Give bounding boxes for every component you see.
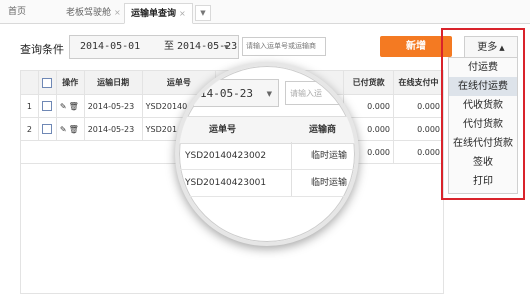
header-online: 在线支付中 [393,70,444,95]
chevron-down-icon: ▼ [224,43,229,51]
trash-icon[interactable]: 🗑 [69,125,79,134]
total-online: 0.000 [393,140,444,164]
menu-item-pay-on-behalf[interactable]: 代付货款 [449,115,517,134]
chevron-down-icon: ▼ [200,9,206,17]
trash-icon[interactable]: 🗑 [69,102,79,111]
magnified-table-row: YSD20140423001 临时运输 [179,170,355,197]
magnified-date: 14-05-23 [200,87,253,100]
magnified-table-header: 运单号 运输商 [179,116,355,144]
magnified-carrier: 临时运输 [311,151,348,161]
row-index: 1 [20,94,39,118]
tab-bar: 首页 老板驾驶舱 × 运输单查询 × ▼ [0,0,530,24]
query-conditions-label: 查询条件 [20,43,64,56]
magnified-search-input: 请输入运 [285,81,355,105]
magnifier-lens: 14-05-23 ▼ 请输入运 运单号 运输商 YSD20140423002 临时… [175,62,359,246]
row-actions: ✎ 🗑 [55,94,85,118]
menu-item-sign[interactable]: 签收 [449,153,517,172]
row-online: 0.000 [393,94,444,118]
row-select [37,117,57,141]
row-select [37,94,57,118]
magnified-column-divider [291,142,292,196]
more-dropdown-menu: 付运费 在线付运费 代收货款 代付货款 在线代付货款 签收 打印 [448,57,518,194]
select-all-checkbox[interactable] [42,77,53,88]
row-index: 2 [20,117,39,141]
row-date: 2014-05-23 [83,117,143,141]
row-online: 0.000 [393,117,444,141]
tab-dropdown-button[interactable]: ▼ [195,5,211,21]
tab-home-label: 首页 [8,7,27,17]
magnified-header-waybill: 运单号 [209,125,237,135]
chevron-down-icon: ▼ [266,90,272,98]
row-actions: ✎ 🗑 [55,117,85,141]
close-icon[interactable]: × [179,9,186,18]
edit-icon[interactable]: ✎ [60,102,67,111]
magnified-date-picker: 14-05-23 ▼ [193,79,279,107]
menu-item-print[interactable]: 打印 [449,172,517,191]
magnified-waybill: YSD20140423002 [185,151,267,161]
tab-waybill-query[interactable]: 运输单查询 × [124,3,193,24]
more-button-label: 更多 [477,42,498,53]
header-date: 运输日期 [83,70,143,95]
row-date: 2014-05-23 [83,94,143,118]
waybill-search-input[interactable] [242,37,326,56]
header-index [20,70,39,95]
tab-boss-cockpit-label: 老板驾驶舱 [66,8,112,18]
date-range-picker[interactable]: 2014-05-01 至 2014-05-23 ▼ [69,35,239,59]
chevron-up-icon: ▲ [499,44,505,52]
tab-home[interactable]: 首页 [2,3,32,22]
more-button[interactable]: 更多 ▲ [464,36,518,59]
tab-waybill-query-label: 运输单查询 [131,9,177,19]
magnified-waybill: YSD20140423001 [185,178,267,188]
magnified-header-carrier: 运输商 [309,125,337,135]
header-actions: 操作 [55,70,85,95]
header-select-all [37,70,57,95]
date-from: 2014-05-01 [80,41,141,52]
tab-boss-cockpit[interactable]: 老板驾驶舱 × [60,3,127,22]
menu-item-online-pay-on-behalf[interactable]: 在线代付货款 [449,134,517,153]
close-icon[interactable]: × [114,8,121,17]
date-to-label: 至 [164,41,174,52]
edit-icon[interactable]: ✎ [60,125,67,134]
row-checkbox[interactable] [42,101,53,111]
magnified-carrier: 临时运输 [311,178,348,188]
menu-item-collect-payment[interactable]: 代收货款 [449,96,517,115]
magnifier-content: 14-05-23 ▼ 请输入运 运单号 运输商 YSD20140423002 临时… [179,66,355,242]
menu-item-pay-freight[interactable]: 付运费 [449,58,517,77]
magnified-table-row: YSD20140423002 临时运输 [179,143,355,170]
row-checkbox[interactable] [42,124,53,134]
menu-item-online-pay-freight[interactable]: 在线付运费 [449,77,517,96]
add-button[interactable]: 新增 [380,36,452,57]
